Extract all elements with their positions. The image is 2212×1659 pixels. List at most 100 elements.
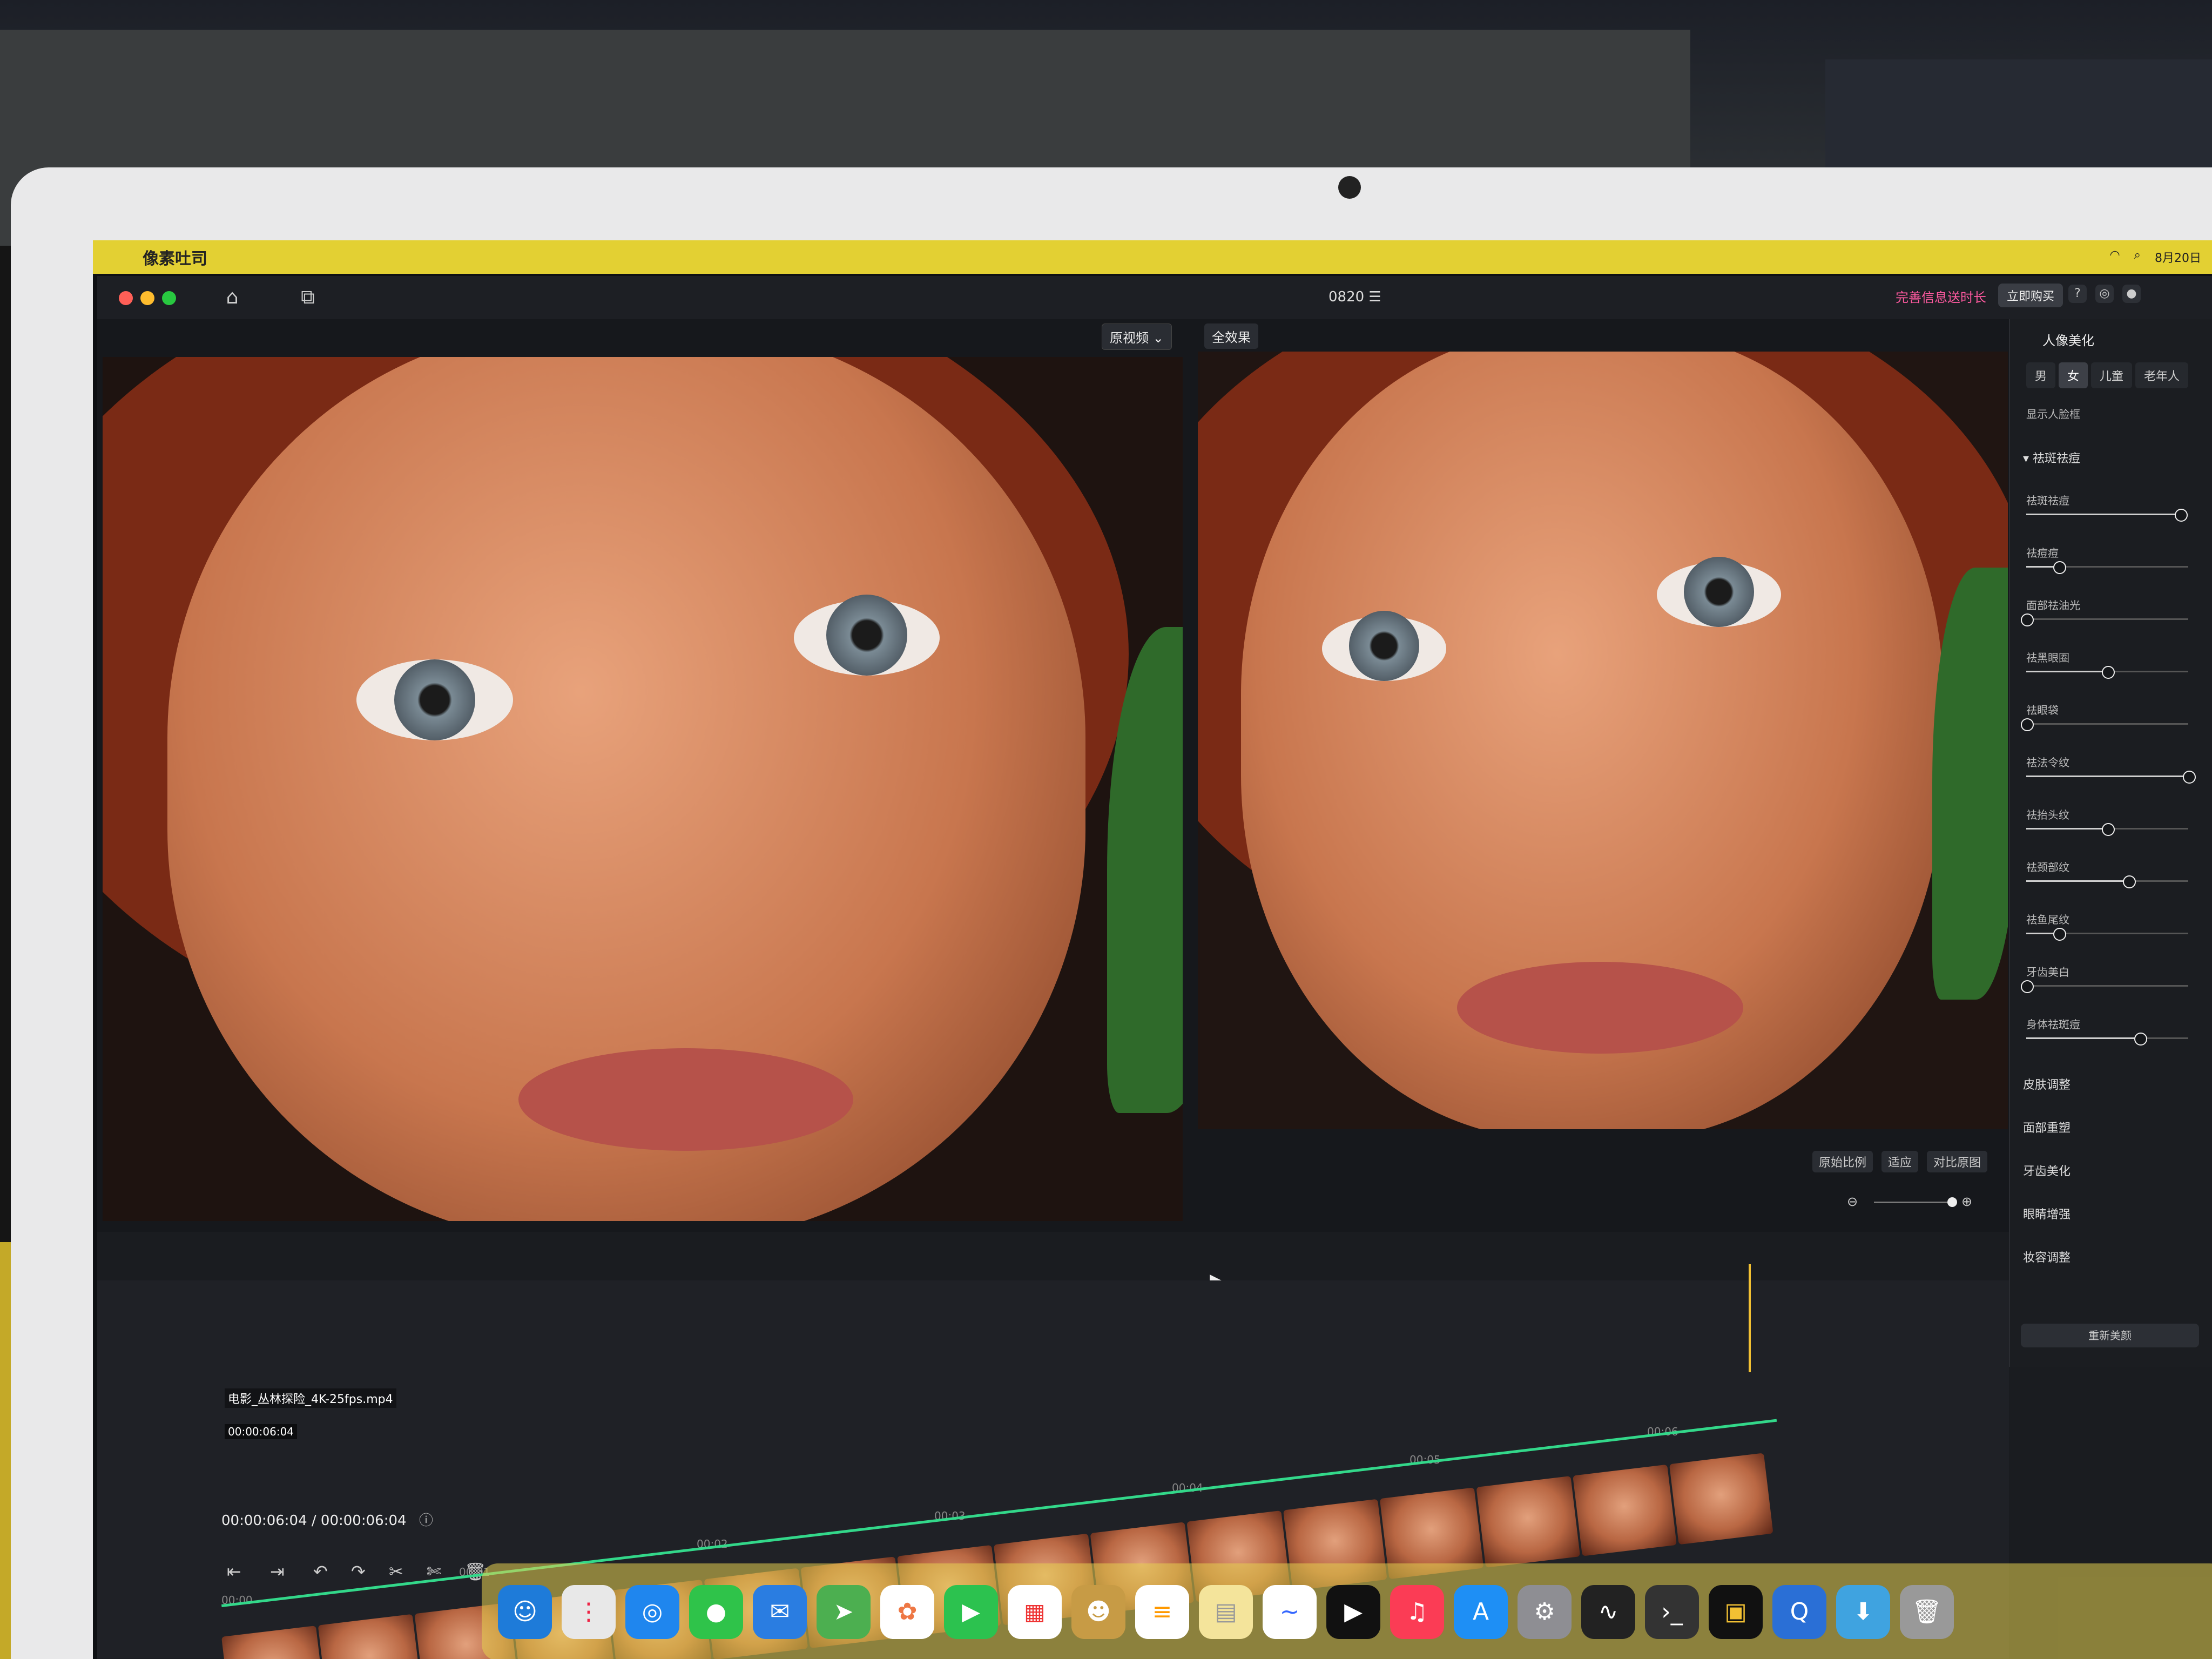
reminders-icon[interactable]: ≡ xyxy=(1135,1585,1189,1639)
zoom-window-button[interactable] xyxy=(162,291,176,305)
beauty-slider[interactable] xyxy=(2026,666,2188,679)
menubar-clock[interactable]: 8月20日 xyxy=(2155,248,2201,266)
slider-knob[interactable] xyxy=(2134,1033,2147,1046)
fit-button[interactable]: 适应 xyxy=(1881,1151,1918,1172)
slider-knob[interactable] xyxy=(2183,771,2196,784)
terminal-icon[interactable]: ›_ xyxy=(1645,1585,1699,1639)
zoom-slider[interactable] xyxy=(1874,1197,1957,1207)
activity-monitor-icon[interactable]: ∿ xyxy=(1581,1585,1635,1639)
trash-icon[interactable]: 🗑 xyxy=(1900,1585,1954,1639)
beauty-slider[interactable] xyxy=(2021,980,2188,993)
zoom-in-icon[interactable]: ⊕ xyxy=(1961,1194,1972,1209)
playhead[interactable] xyxy=(1749,1264,1751,1372)
zoom-slider-knob[interactable] xyxy=(1947,1197,1957,1207)
beauty-slider[interactable] xyxy=(2026,771,2196,784)
info-icon[interactable]: ⓘ xyxy=(419,1509,433,1529)
timecode: 00:00:06:04 / 00:00:06:04 xyxy=(221,1513,407,1529)
slider-label: 祛鱼尾纹 xyxy=(2026,913,2069,926)
mail-icon[interactable]: ✉ xyxy=(753,1585,807,1639)
slider-knob[interactable] xyxy=(2123,875,2136,888)
segment-male[interactable]: 男 xyxy=(2026,362,2056,388)
photos-icon[interactable]: ✿ xyxy=(880,1585,934,1639)
slider-knob[interactable] xyxy=(2021,718,2034,731)
calendar-icon[interactable]: ▦ xyxy=(1008,1585,1062,1639)
wifi-icon[interactable]: ◠ xyxy=(2109,248,2120,266)
pixel-toast-app-icon[interactable]: ▣ xyxy=(1709,1585,1763,1639)
clip-thumbnail xyxy=(1573,1464,1677,1556)
section-skin-head[interactable]: ▾ 祛斑祛痘 xyxy=(2023,449,2080,466)
segment-child[interactable]: 儿童 xyxy=(2091,362,2133,388)
left-iris xyxy=(394,659,475,740)
slider-knob[interactable] xyxy=(2102,666,2115,679)
show-face-label[interactable]: 显示人脸框 xyxy=(2026,406,2080,421)
slider-knob[interactable] xyxy=(2053,928,2066,941)
slider-knob[interactable] xyxy=(2021,613,2034,626)
collapsed-section[interactable]: 皮肤调整 xyxy=(2023,1075,2071,1092)
segment-female[interactable]: 女 xyxy=(2059,362,2088,388)
search-icon[interactable]: ⌕ xyxy=(2134,248,2141,266)
redo-icon[interactable]: ↷ xyxy=(351,1561,366,1582)
slider-knob[interactable] xyxy=(2053,561,2066,574)
collapsed-section[interactable]: 眼睛增强 xyxy=(2023,1205,2071,1222)
contacts-icon[interactable]: ☻ xyxy=(1071,1585,1125,1639)
original-ratio-button[interactable]: 原始比例 xyxy=(1812,1151,1873,1172)
close-window-button[interactable] xyxy=(119,291,133,305)
apple-tv-icon[interactable]: ▶ xyxy=(1326,1585,1380,1639)
beauty-slider[interactable] xyxy=(2021,613,2188,626)
zoom-control: ⊖ ⊕ xyxy=(1847,1194,1987,1210)
quicktime-icon[interactable]: Q xyxy=(1772,1585,1826,1639)
zoom-out-icon[interactable]: ⊖ xyxy=(1847,1194,1858,1209)
slider-knob[interactable] xyxy=(2175,509,2188,522)
finder-icon[interactable]: ☺ xyxy=(498,1585,552,1639)
collapsed-section[interactable]: 牙齿美化 xyxy=(2023,1162,2071,1179)
beauty-slider[interactable] xyxy=(2026,823,2188,836)
subject-selector: 男 女 儿童 老年人 xyxy=(2026,362,2189,388)
slider-knob[interactable] xyxy=(2102,823,2115,836)
original-video-frame[interactable] xyxy=(103,357,1183,1221)
slider-label: 祛痘痘 xyxy=(2026,547,2059,559)
downloads-folder-icon[interactable]: ⬇ xyxy=(1836,1585,1890,1639)
status-items: ◠ ⌕ 8月20日 xyxy=(2109,248,2201,266)
reset-beauty-button[interactable]: 重新美颜 xyxy=(2021,1324,2199,1347)
project-name[interactable]: 0820 ☰ xyxy=(1328,289,1381,305)
split-icon[interactable]: ✂ xyxy=(389,1561,403,1582)
beauty-slider[interactable] xyxy=(2026,928,2188,941)
trim-start-icon[interactable]: ⇤ xyxy=(227,1561,241,1582)
music-icon[interactable]: ♫ xyxy=(1390,1585,1444,1639)
trim-end-icon[interactable]: ⇥ xyxy=(270,1561,285,1582)
menubar-app-name[interactable]: 像素吐司 xyxy=(143,245,207,269)
beauty-slider[interactable] xyxy=(2021,718,2188,731)
safari-icon[interactable]: ◎ xyxy=(625,1585,679,1639)
notes-icon[interactable]: ▤ xyxy=(1199,1585,1253,1639)
segment-elderly[interactable]: 老年人 xyxy=(2135,362,2189,388)
undo-icon[interactable]: ↶ xyxy=(313,1561,328,1582)
beauty-slider[interactable] xyxy=(2026,509,2188,522)
freeform-icon[interactable]: ~ xyxy=(1263,1585,1317,1639)
view-mode-dropdown[interactable]: 原视频 ⌄ xyxy=(1102,323,1172,350)
beauty-slider[interactable] xyxy=(2026,561,2188,574)
maps-icon[interactable]: ➤ xyxy=(817,1585,871,1639)
settings-icon[interactable]: ⚙ xyxy=(1518,1585,1572,1639)
buy-button[interactable]: 立即购买 xyxy=(1998,284,2063,307)
import-video-icon[interactable]: ⧉ xyxy=(297,287,319,308)
facetime-icon[interactable]: ▶ xyxy=(944,1585,998,1639)
slider-knob[interactable] xyxy=(2021,980,2034,993)
processed-video-frame[interactable] xyxy=(1198,352,2008,1129)
view-mode-value: 原视频 xyxy=(1110,331,1149,346)
compare-button[interactable]: 对比原图 xyxy=(1926,1151,1987,1172)
beauty-slider[interactable] xyxy=(2026,875,2188,888)
app-store-icon[interactable]: A xyxy=(1454,1585,1508,1639)
messages-icon[interactable]: ● xyxy=(689,1585,743,1639)
help-icon[interactable]: ? xyxy=(2068,285,2087,303)
slider-fill xyxy=(2026,671,2107,672)
minimize-window-button[interactable] xyxy=(140,291,154,305)
user-icon[interactable]: ● xyxy=(2122,285,2141,303)
promo-link[interactable]: 完善信息送时长 xyxy=(1896,287,1986,306)
home-icon[interactable]: ⌂ xyxy=(221,287,243,308)
collapsed-section[interactable]: 妆容调整 xyxy=(2023,1248,2071,1265)
collapsed-section[interactable]: 面部重塑 xyxy=(2023,1118,2071,1136)
effect-label[interactable]: 全效果 xyxy=(1204,323,1258,349)
headset-icon[interactable]: ◎ xyxy=(2095,285,2114,303)
beauty-slider[interactable] xyxy=(2026,1033,2188,1046)
launchpad-icon[interactable]: ⋮ xyxy=(562,1585,616,1639)
